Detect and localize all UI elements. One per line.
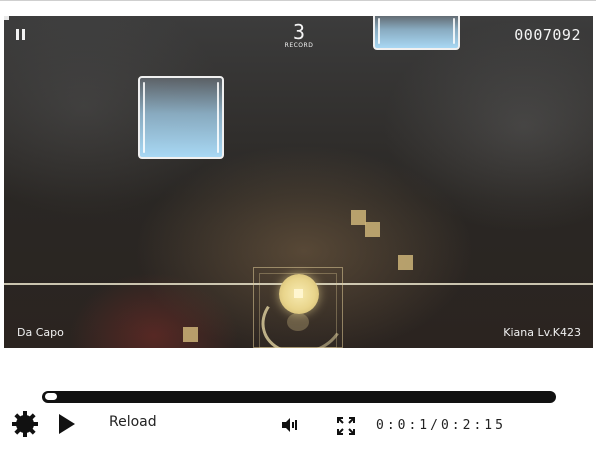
hit-particle — [365, 222, 380, 237]
falling-note — [138, 76, 224, 159]
time-display: 0:0:1/0:2:15 — [376, 418, 506, 433]
player-level: Kiana Lv.K423 — [503, 326, 581, 339]
volume-icon[interactable] — [281, 417, 299, 432]
hit-particle — [351, 210, 366, 225]
combo-counter: 3 RECORD — [269, 22, 329, 49]
progress-bar[interactable] — [42, 391, 556, 403]
progress-thumb[interactable] — [45, 393, 57, 400]
corner-mark — [4, 16, 9, 20]
hit-particle — [398, 255, 413, 270]
combo-number: 3 — [292, 20, 306, 44]
gear-icon[interactable] — [11, 410, 39, 438]
play-icon[interactable] — [58, 413, 76, 435]
combo-label: RECORD — [284, 42, 314, 49]
hit-effect-glow — [287, 313, 309, 331]
hit-particle — [183, 327, 198, 342]
score-display: 0007092 — [514, 26, 581, 44]
reload-button[interactable]: Reload — [109, 414, 157, 430]
pause-icon[interactable] — [15, 29, 26, 40]
falling-note — [373, 16, 460, 50]
hit-effect-center — [294, 289, 303, 298]
game-viewport[interactable]: 3 RECORD 0007092 Da Capo Kiana Lv.K423 — [4, 16, 593, 348]
song-name: Da Capo — [17, 326, 64, 339]
fullscreen-icon[interactable] — [337, 417, 355, 435]
page-top-border — [0, 0, 596, 1]
